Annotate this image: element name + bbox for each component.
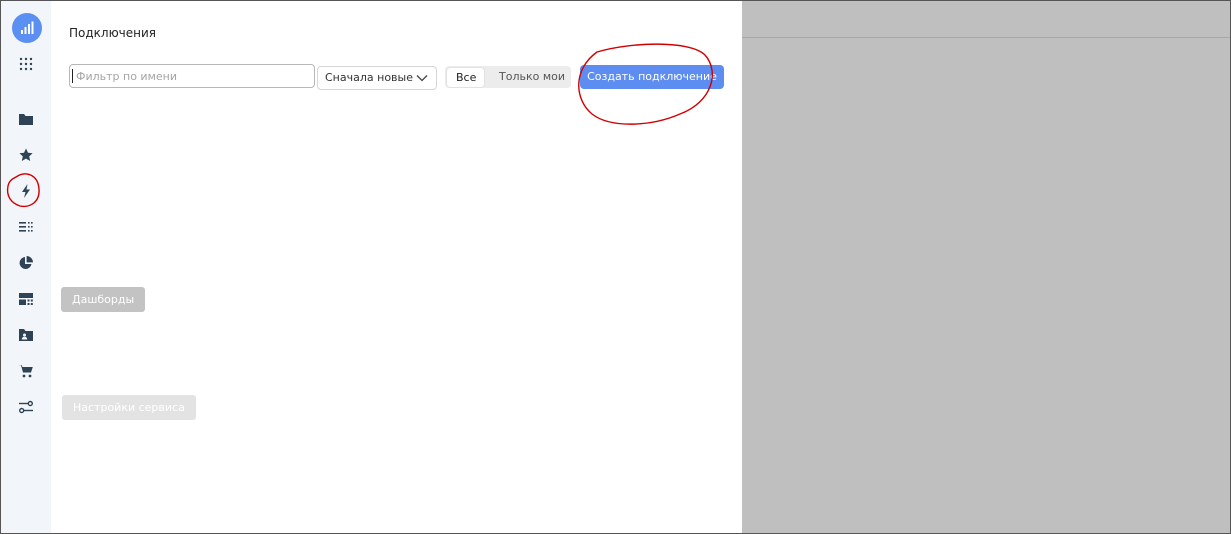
charts-pie-icon[interactable]: [18, 255, 34, 271]
sidebar: [1, 1, 51, 534]
top-divider: [742, 37, 1231, 38]
datasets-icon[interactable]: [18, 219, 34, 235]
sort-select[interactable]: Сначала новые: [317, 66, 437, 90]
tooltip-settings: Настройки сервиса: [62, 395, 196, 420]
chevron-down-icon: [416, 75, 428, 82]
star-icon[interactable]: [18, 147, 34, 163]
create-connection-button[interactable]: Создать подключение: [580, 65, 724, 89]
connections-bolt-icon[interactable]: [18, 183, 34, 199]
connections-panel: Подключения Сначала новые Все Только мои…: [51, 1, 742, 534]
scope-switch: Все Только мои: [445, 66, 571, 88]
logo-chart-icon[interactable]: [12, 13, 42, 43]
page-title: Подключения: [69, 26, 157, 40]
scope-tab-mine[interactable]: Только мои: [499, 70, 565, 83]
user-folder-icon[interactable]: [18, 327, 34, 343]
settings-sliders-icon[interactable]: [18, 399, 34, 415]
name-filter-input[interactable]: [69, 64, 315, 88]
sort-selected-value: Сначала новые: [325, 71, 413, 84]
tooltip-dashboards: Дашборды: [61, 287, 146, 312]
cart-icon[interactable]: [18, 363, 34, 379]
folder-icon[interactable]: [18, 111, 34, 127]
dashboards-icon[interactable]: [18, 291, 34, 307]
scope-tab-all-label: Все: [456, 71, 477, 84]
text-cursor: [72, 69, 73, 83]
apps-grid-icon[interactable]: [18, 56, 34, 72]
scope-tab-all[interactable]: Все: [447, 68, 484, 87]
